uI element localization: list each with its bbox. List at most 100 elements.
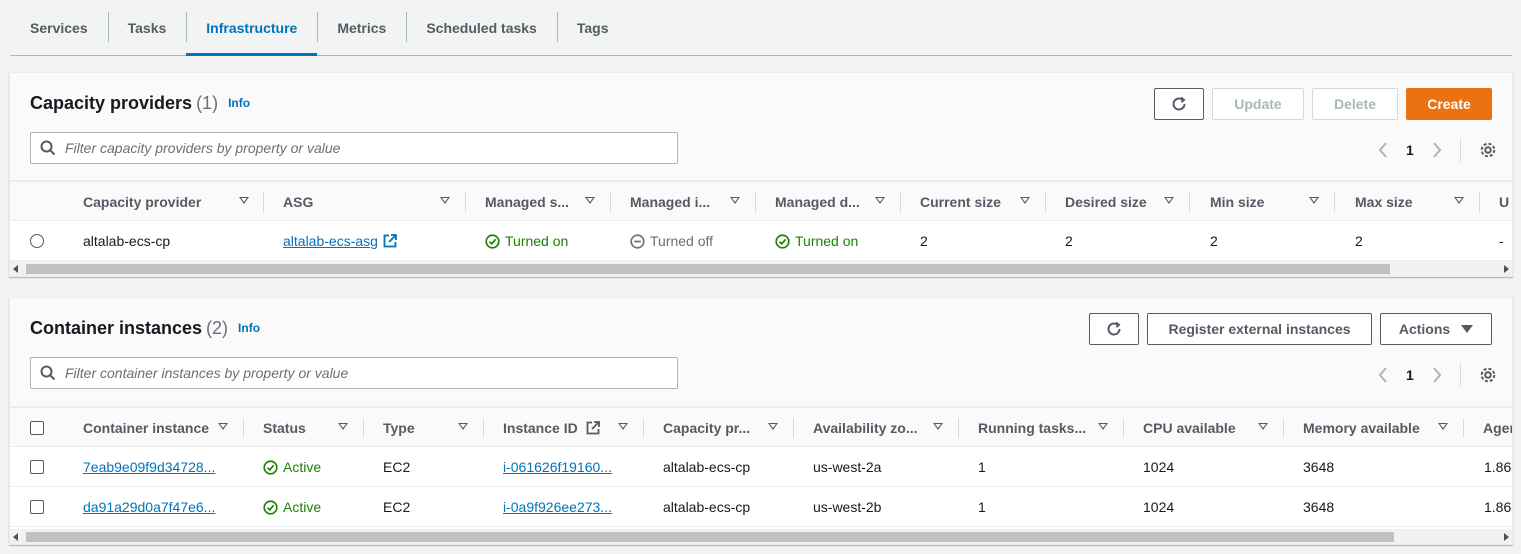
settings-gear-icon[interactable] [1479, 141, 1497, 159]
column-label: Running tasks... [978, 420, 1087, 436]
info-link[interactable]: Info [238, 321, 260, 335]
sort-caret-icon[interactable] [875, 197, 885, 204]
sort-caret-icon[interactable] [1258, 423, 1268, 430]
status-cell: Active [263, 447, 321, 487]
sort-caret-icon[interactable] [730, 197, 740, 204]
chevron-right-icon[interactable] [1432, 142, 1442, 158]
sort-caret-icon[interactable] [218, 423, 228, 430]
sort-caret-icon[interactable] [1438, 423, 1448, 430]
column-agent[interactable]: Agen [1483, 408, 1512, 448]
column-capacity-provider[interactable]: Capacity provider [83, 182, 253, 222]
column-type[interactable]: Type [383, 408, 468, 448]
chevron-left-icon[interactable] [1378, 142, 1388, 158]
column-memory-available[interactable]: Memory available [1303, 408, 1448, 448]
sort-caret-icon[interactable] [1164, 197, 1174, 204]
column-managed-scaling[interactable]: Managed s... [485, 182, 595, 222]
column-asg[interactable]: ASG [283, 182, 450, 222]
actions-dropdown[interactable]: Actions [1380, 313, 1492, 345]
column-label: Type [383, 420, 415, 436]
register-external-instances-button[interactable]: Register external instances [1147, 313, 1372, 345]
managed-instance-status: Turned off [630, 221, 713, 261]
table-row[interactable]: da91a29d0a7f47e6... Active EC2 i-0a9f926… [10, 487, 1512, 527]
column-desired-size[interactable]: Desired size [1065, 182, 1174, 222]
refresh-icon [1107, 321, 1121, 336]
chevron-left-icon[interactable] [1378, 367, 1388, 383]
scroll-thumb[interactable] [26, 264, 1390, 274]
instance-id-link[interactable]: i-061626f19160... [503, 459, 612, 475]
sort-caret-icon[interactable] [768, 423, 778, 430]
horizontal-scrollbar[interactable] [10, 529, 1512, 544]
scroll-right-icon[interactable] [1504, 533, 1509, 541]
tab-tasks[interactable]: Tasks [107, 0, 187, 55]
horizontal-scrollbar[interactable] [10, 261, 1512, 276]
scroll-left-icon[interactable] [13, 265, 18, 273]
external-link-icon[interactable] [383, 234, 397, 248]
sort-caret-icon[interactable] [1098, 423, 1108, 430]
container-instance-link[interactable]: da91a29d0a7f47e6... [83, 499, 215, 515]
tab-scheduled-tasks[interactable]: Scheduled tasks [406, 0, 557, 55]
sort-caret-icon[interactable] [1309, 197, 1319, 204]
tab-metrics[interactable]: Metrics [317, 0, 406, 55]
filter-instances-input[interactable]: Filter container instances by property o… [30, 357, 678, 389]
sort-caret-icon[interactable] [933, 423, 943, 430]
sort-caret-icon[interactable] [618, 423, 628, 430]
create-button[interactable]: Create [1406, 88, 1492, 120]
chevron-right-icon[interactable] [1432, 367, 1442, 383]
check-circle-icon [263, 459, 278, 475]
item-count: (1) [196, 93, 219, 113]
tab-infrastructure[interactable]: Infrastructure [186, 0, 318, 56]
tab-tags[interactable]: Tags [556, 0, 629, 55]
select-all-checkbox[interactable] [30, 421, 44, 435]
asg-link-text[interactable]: altalab-ecs-asg [283, 233, 378, 249]
filter-capacity-input[interactable]: Filter capacity providers by property or… [30, 132, 678, 164]
column-max-size[interactable]: Max size [1355, 182, 1464, 222]
page-number[interactable]: 1 [1406, 367, 1414, 383]
container-instance-link[interactable]: 7eab9e09f9d34728... [83, 459, 215, 475]
column-divider [793, 418, 794, 438]
sort-caret-icon[interactable] [458, 423, 468, 430]
instance-id-link[interactable]: i-0a9f926ee273... [503, 499, 612, 515]
search-icon [40, 140, 56, 156]
asg-link[interactable]: altalab-ecs-asg [283, 221, 397, 261]
scroll-left-icon[interactable] [13, 533, 18, 541]
update-button[interactable]: Update [1212, 88, 1304, 120]
sort-caret-icon[interactable] [440, 197, 450, 204]
refresh-button[interactable] [1154, 88, 1204, 120]
cpu-available-cell: 1024 [1143, 459, 1175, 475]
row-checkbox[interactable] [30, 460, 44, 474]
sort-caret-icon[interactable] [239, 197, 249, 204]
capacity-provider-name: altalab-ecs-cp [83, 233, 171, 249]
sort-caret-icon[interactable] [1020, 197, 1030, 204]
column-current-size[interactable]: Current size [920, 182, 1030, 222]
column-instance-id[interactable]: Instance ID [503, 408, 628, 448]
actions-label: Actions [1398, 321, 1451, 337]
column-container-instance[interactable]: Container instance [83, 408, 228, 448]
column-availability-zone[interactable]: Availability zo... [813, 408, 943, 448]
divider [1459, 363, 1461, 387]
settings-gear-icon[interactable] [1479, 366, 1497, 384]
table-row[interactable]: 7eab9e09f9d34728... Active EC2 i-061626f… [10, 447, 1512, 487]
table-row[interactable]: altalab-ecs-cp altalab-ecs-asg Turned on… [10, 221, 1512, 261]
sort-caret-icon[interactable] [585, 197, 595, 204]
column-status[interactable]: Status [263, 408, 348, 448]
column-update[interactable]: U [1499, 182, 1509, 222]
column-managed-draining[interactable]: Managed d... [775, 182, 885, 222]
row-radio[interactable] [30, 234, 44, 248]
tab-services[interactable]: Services [10, 0, 108, 55]
column-running-tasks[interactable]: Running tasks... [978, 408, 1108, 448]
page-number[interactable]: 1 [1406, 142, 1414, 158]
column-managed-instance[interactable]: Managed i... [630, 182, 740, 222]
refresh-button[interactable] [1089, 313, 1139, 345]
row-checkbox[interactable] [30, 500, 44, 514]
column-cpu-available[interactable]: CPU available [1143, 408, 1268, 448]
scroll-right-icon[interactable] [1504, 265, 1509, 273]
table-header: Container instance Status Type Instance … [10, 407, 1512, 447]
sort-caret-icon[interactable] [1454, 197, 1464, 204]
column-min-size[interactable]: Min size [1210, 182, 1319, 222]
scroll-thumb[interactable] [26, 532, 1394, 542]
info-link[interactable]: Info [228, 96, 250, 110]
panel-title: Container instances (2) Info [30, 318, 260, 339]
delete-button[interactable]: Delete [1312, 88, 1398, 120]
column-capacity-provider[interactable]: Capacity pr... [663, 408, 778, 448]
sort-caret-icon[interactable] [338, 423, 348, 430]
